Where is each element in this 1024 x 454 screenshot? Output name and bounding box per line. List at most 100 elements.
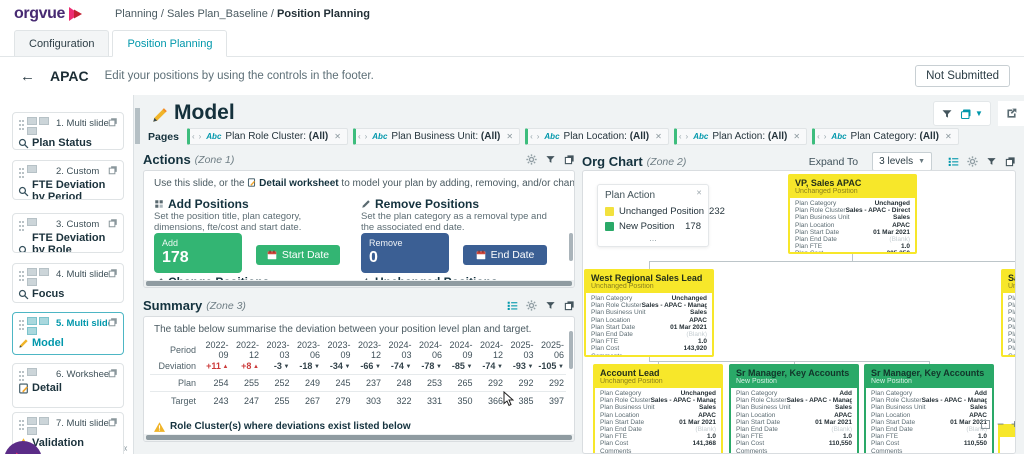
copy-icon[interactable] (1005, 156, 1016, 167)
drag-handle-icon[interactable] (19, 420, 21, 422)
prev-page-icon[interactable]: ‹ (530, 132, 533, 141)
zoom-in-button[interactable]: + (1011, 419, 1016, 429)
close-icon[interactable]: ✕ (334, 132, 341, 141)
org-card-field: Plan LocationAPAC (591, 317, 707, 324)
field-label: Plan Start Date (871, 419, 915, 426)
field-label: Plan Start Date (1008, 324, 1016, 331)
close-icon[interactable]: ✕ (655, 132, 662, 141)
prev-page-icon[interactable]: ‹ (192, 132, 195, 141)
legend-item[interactable]: Unchanged Position232 (605, 206, 701, 217)
sidebar-slide-model[interactable]: 5. Multi slideModel (12, 312, 124, 355)
deviation-down-icon: ▼ (465, 364, 473, 370)
next-page-icon[interactable]: › (537, 132, 540, 141)
horizontal-scrollbar[interactable] (144, 280, 574, 287)
breadcrumb-segment[interactable]: Planning (115, 8, 158, 20)
sidebar-slide-fte-deviation-by-period[interactable]: 2. CustomFTE Deviation by Period (12, 160, 124, 200)
gear-icon[interactable] (526, 154, 537, 165)
copy-icon[interactable] (108, 368, 118, 378)
sidebar-slide-detail[interactable]: 6. WorksheetDetail (12, 363, 124, 408)
copy-icon[interactable] (564, 300, 575, 311)
close-icon[interactable]: ✕ (696, 189, 702, 197)
back-arrow-icon[interactable]: ← (20, 68, 35, 85)
slides-layers-icon[interactable] (960, 108, 972, 120)
summary-cell: 366 (473, 396, 504, 406)
field-label: Plan End Date (795, 236, 837, 243)
next-page-icon[interactable]: › (199, 132, 202, 141)
sidebar-slide-fte-deviation-by-role-clusters[interactable]: 3. CustomFTE Deviation by Role Clusters (12, 213, 124, 253)
start-date-button[interactable]: Start Date (256, 245, 340, 265)
scroll-accent-bar[interactable] (135, 108, 140, 144)
detail-worksheet-link[interactable]: Detail worksheet (259, 178, 338, 189)
vertical-scrollbar[interactable] (569, 331, 573, 369)
prev-page-icon[interactable]: ‹ (358, 132, 361, 141)
next-page-icon[interactable]: › (686, 132, 689, 141)
zoom-out-button[interactable]: − (997, 419, 1004, 429)
drag-handle-icon[interactable] (19, 271, 21, 273)
drag-handle-icon[interactable] (19, 168, 21, 170)
filter-icon[interactable] (545, 154, 556, 165)
prev-page-icon[interactable]: ‹ (679, 132, 682, 141)
breadcrumb[interactable]: Planning / Sales Plan_Baseline / Positio… (115, 8, 370, 20)
filter-icon[interactable] (545, 300, 556, 311)
close-icon[interactable]: ✕ (506, 132, 513, 141)
list-icon[interactable] (948, 156, 959, 167)
breadcrumb-segment[interactable]: Sales Plan_Baseline (167, 8, 268, 20)
filter-icon[interactable] (941, 108, 953, 120)
status-badge[interactable]: Not Submitted (915, 65, 1010, 87)
gear-icon[interactable] (526, 300, 537, 311)
copy-icon[interactable] (108, 165, 118, 175)
expand-levels-dropdown[interactable]: 3 levels▼ (872, 152, 932, 171)
actions-panel: Use this slide, or the Detail worksheet … (143, 170, 575, 288)
sidebar-slide-focus[interactable]: 4. Multi slideFocus (12, 263, 124, 303)
filter-label: Plan Business Unit: (All) (391, 131, 500, 142)
copy-icon[interactable] (564, 154, 575, 165)
copy-icon[interactable] (108, 218, 118, 228)
close-icon[interactable]: ✕ (945, 132, 952, 141)
drag-handle-icon[interactable] (19, 320, 21, 322)
field-label: Comments (871, 448, 902, 454)
plan-action-legend: Plan Action ✕ Unchanged Position232New P… (597, 184, 709, 247)
breadcrumb-segment[interactable]: Position Planning (277, 8, 370, 20)
tab-configuration[interactable]: Configuration (14, 30, 109, 56)
tab-position-planning[interactable]: Position Planning (112, 30, 227, 57)
field-label: Plan Cost (1008, 345, 1016, 352)
drag-handle-icon[interactable] (19, 371, 21, 373)
page-filter-plan-action-[interactable]: ‹›AbcPlan Action: (All)✕ (674, 128, 807, 145)
copy-icon[interactable] (108, 117, 118, 127)
legend-more[interactable]: ... (605, 236, 701, 244)
legend-item[interactable]: New Position178 (605, 221, 701, 232)
chevron-down-icon[interactable]: ▼ (975, 109, 983, 118)
page-filter-plan-role-cluster-[interactable]: ‹›AbcPlan Role Cluster: (All)✕ (187, 128, 348, 145)
next-page-icon[interactable]: › (365, 132, 368, 141)
export-button[interactable] (998, 101, 1024, 126)
org-position-card[interactable]: Sr Manager, Key AccountsNew PositionPlan… (864, 364, 994, 454)
org-position-card[interactable]: VP, Sales APACUnchanged PositionPlan Cat… (788, 174, 917, 254)
org-position-card[interactable]: SalesUnchangedPlan CategoryPlan Role Clu… (1001, 269, 1016, 357)
list-icon[interactable] (507, 300, 518, 311)
summary-cell: -34 ▼ (320, 361, 351, 371)
field-value: 01 Mar 2021 (679, 419, 716, 426)
drag-handle-icon[interactable] (19, 120, 21, 122)
fit-view-icon[interactable] (981, 420, 990, 429)
page-filter-plan-business-unit-[interactable]: ‹›AbcPlan Business Unit: (All)✕ (353, 128, 520, 145)
close-icon[interactable]: ✕ (793, 132, 800, 141)
prev-page-icon[interactable]: ‹ (817, 132, 820, 141)
copy-icon[interactable] (108, 317, 118, 327)
org-card-field: Plan Role ClusterSales - APAC - Manager (736, 397, 852, 404)
copy-icon[interactable] (108, 417, 118, 427)
drag-handle-icon[interactable] (19, 221, 21, 223)
horizontal-scrollbar[interactable] (144, 434, 574, 441)
filter-icon[interactable] (986, 156, 997, 167)
org-position-card[interactable]: Sr Manager, Key AccountsNew PositionPlan… (729, 364, 859, 454)
org-position-card[interactable]: Account LeadUnchanged PositionPlan Categ… (593, 364, 723, 454)
orgvue-logo[interactable]: orgvue (14, 5, 83, 23)
vertical-scrollbar[interactable] (569, 233, 573, 261)
page-filter-plan-location-[interactable]: ‹›AbcPlan Location: (All)✕ (525, 128, 669, 145)
page-filter-plan-category-[interactable]: ‹›AbcPlan Category: (All)✕ (812, 128, 959, 145)
copy-icon[interactable] (108, 268, 118, 278)
org-position-card[interactable]: West Regional Sales LeadUnchanged Positi… (584, 269, 714, 357)
next-page-icon[interactable]: › (824, 132, 827, 141)
gear-icon[interactable] (967, 156, 978, 167)
sidebar-slide-plan-status[interactable]: 1. Multi slidePlan Status (12, 112, 124, 150)
end-date-button[interactable]: End Date (463, 245, 547, 265)
